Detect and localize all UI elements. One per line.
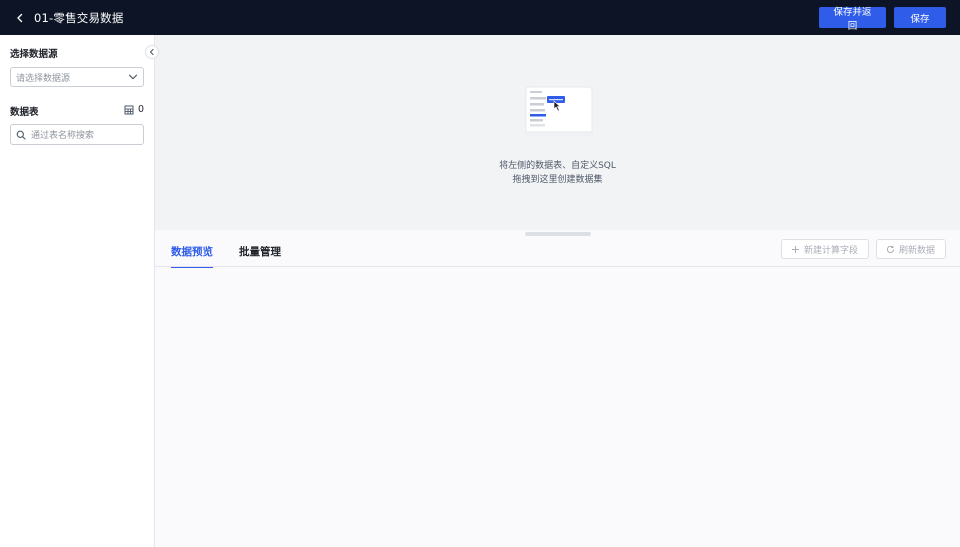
top-bar: 01-零售交易数据 保存并返回 保存	[0, 0, 960, 35]
datasource-select-placeholder: 请选择数据源	[16, 73, 71, 84]
datasource-section-title: 选择数据源	[10, 49, 58, 60]
new-calculated-field-button[interactable]: 新建计算字段	[781, 239, 869, 259]
save-button[interactable]: 保存	[894, 7, 946, 28]
chevron-down-icon	[128, 74, 138, 80]
tabs-divider	[155, 266, 960, 267]
refresh-icon	[886, 245, 895, 253]
data-panel: 数据预览 批量管理 新建计算字段 刷新数据	[155, 236, 960, 547]
table-count: 0	[124, 104, 144, 115]
new-calculated-field-label: 新建计算字段	[804, 245, 859, 256]
chevron-left-icon	[17, 13, 23, 22]
table-search-input[interactable]: 通过表名称搜索	[10, 124, 144, 145]
refresh-data-label: 刷新数据	[899, 245, 936, 256]
sidebar: 选择数据源 请选择数据源 数据表 0 通过表名称搜索	[0, 35, 155, 547]
drag-illustration	[525, 86, 593, 136]
sidebar-collapse-button[interactable]	[145, 45, 159, 59]
back-button[interactable]	[9, 7, 31, 29]
table-count-value: 0	[138, 104, 145, 115]
page-title: 01-零售交易数据	[34, 10, 124, 25]
save-and-return-button[interactable]: 保存并返回	[819, 7, 886, 32]
table-icon	[124, 105, 134, 114]
drop-hint-line-2: 拖拽到这里创建数据集	[512, 175, 603, 185]
search-icon	[16, 130, 26, 140]
table-section-title: 数据表	[10, 107, 39, 118]
header-actions: 保存并返回 保存	[819, 7, 946, 32]
drop-hint-line-1: 将左侧的数据表、自定义SQL	[499, 161, 616, 171]
datasource-select[interactable]: 请选择数据源	[10, 67, 144, 87]
tab-data-preview[interactable]: 数据预览	[171, 244, 213, 268]
tab-batch-management[interactable]: 批量管理	[239, 244, 281, 268]
panel-tabs: 数据预览 批量管理	[171, 244, 281, 268]
drop-hint: 将左侧的数据表、自定义SQL 拖拽到这里创建数据集	[155, 159, 960, 187]
refresh-data-button[interactable]: 刷新数据	[876, 239, 946, 259]
chevron-left-icon	[149, 48, 154, 56]
table-search-placeholder: 通过表名称搜索	[31, 131, 95, 141]
plus-icon	[792, 245, 799, 253]
dataset-canvas[interactable]: 将左侧的数据表、自定义SQL 拖拽到这里创建数据集	[155, 35, 960, 230]
